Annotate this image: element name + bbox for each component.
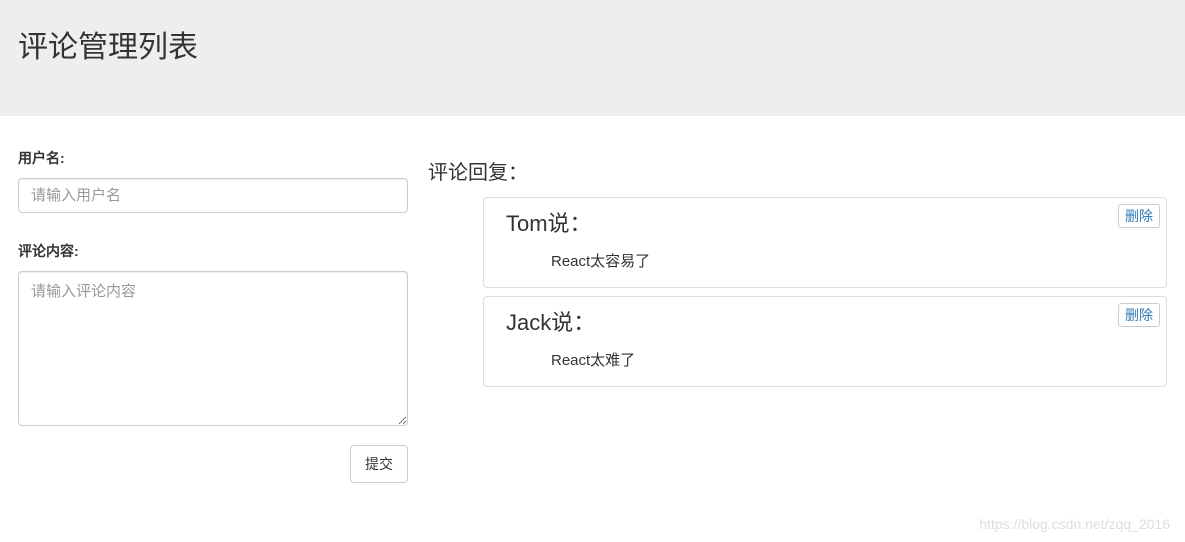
username-group: 用户名:: [18, 148, 408, 213]
comment-item: 删除 Jack说： React太难了: [483, 296, 1167, 387]
comment-list: 删除 Tom说： React太容易了 删除 Jack说： React太难了: [428, 197, 1167, 387]
reply-title: 评论回复：: [428, 156, 1167, 185]
delete-button[interactable]: 删除: [1118, 303, 1160, 327]
comment-user: Jack说：: [506, 305, 1154, 337]
submit-button[interactable]: 提交: [350, 445, 408, 483]
comment-item: 删除 Tom说： React太容易了: [483, 197, 1167, 288]
reply-column: 评论回复： 删除 Tom说： React太容易了 删除 Jack说： React…: [428, 148, 1167, 483]
comment-content: React太难了: [506, 349, 1154, 370]
form-column: 用户名: 评论内容: 提交: [18, 148, 408, 483]
comment-user: Tom说：: [506, 206, 1154, 238]
content-label: 评论内容:: [18, 241, 408, 261]
main-container: 用户名: 评论内容: 提交 评论回复： 删除 Tom说： React太容易了 删…: [0, 116, 1185, 501]
comment-content: React太容易了: [506, 250, 1154, 271]
content-group: 评论内容:: [18, 241, 408, 429]
page-header: 评论管理列表: [0, 0, 1185, 116]
page-title: 评论管理列表: [18, 22, 1167, 66]
username-label: 用户名:: [18, 148, 408, 168]
watermark: https://blog.csdn.net/zqq_2016: [979, 516, 1170, 532]
content-textarea[interactable]: [18, 271, 408, 426]
delete-button[interactable]: 删除: [1118, 204, 1160, 228]
username-input[interactable]: [18, 178, 408, 213]
